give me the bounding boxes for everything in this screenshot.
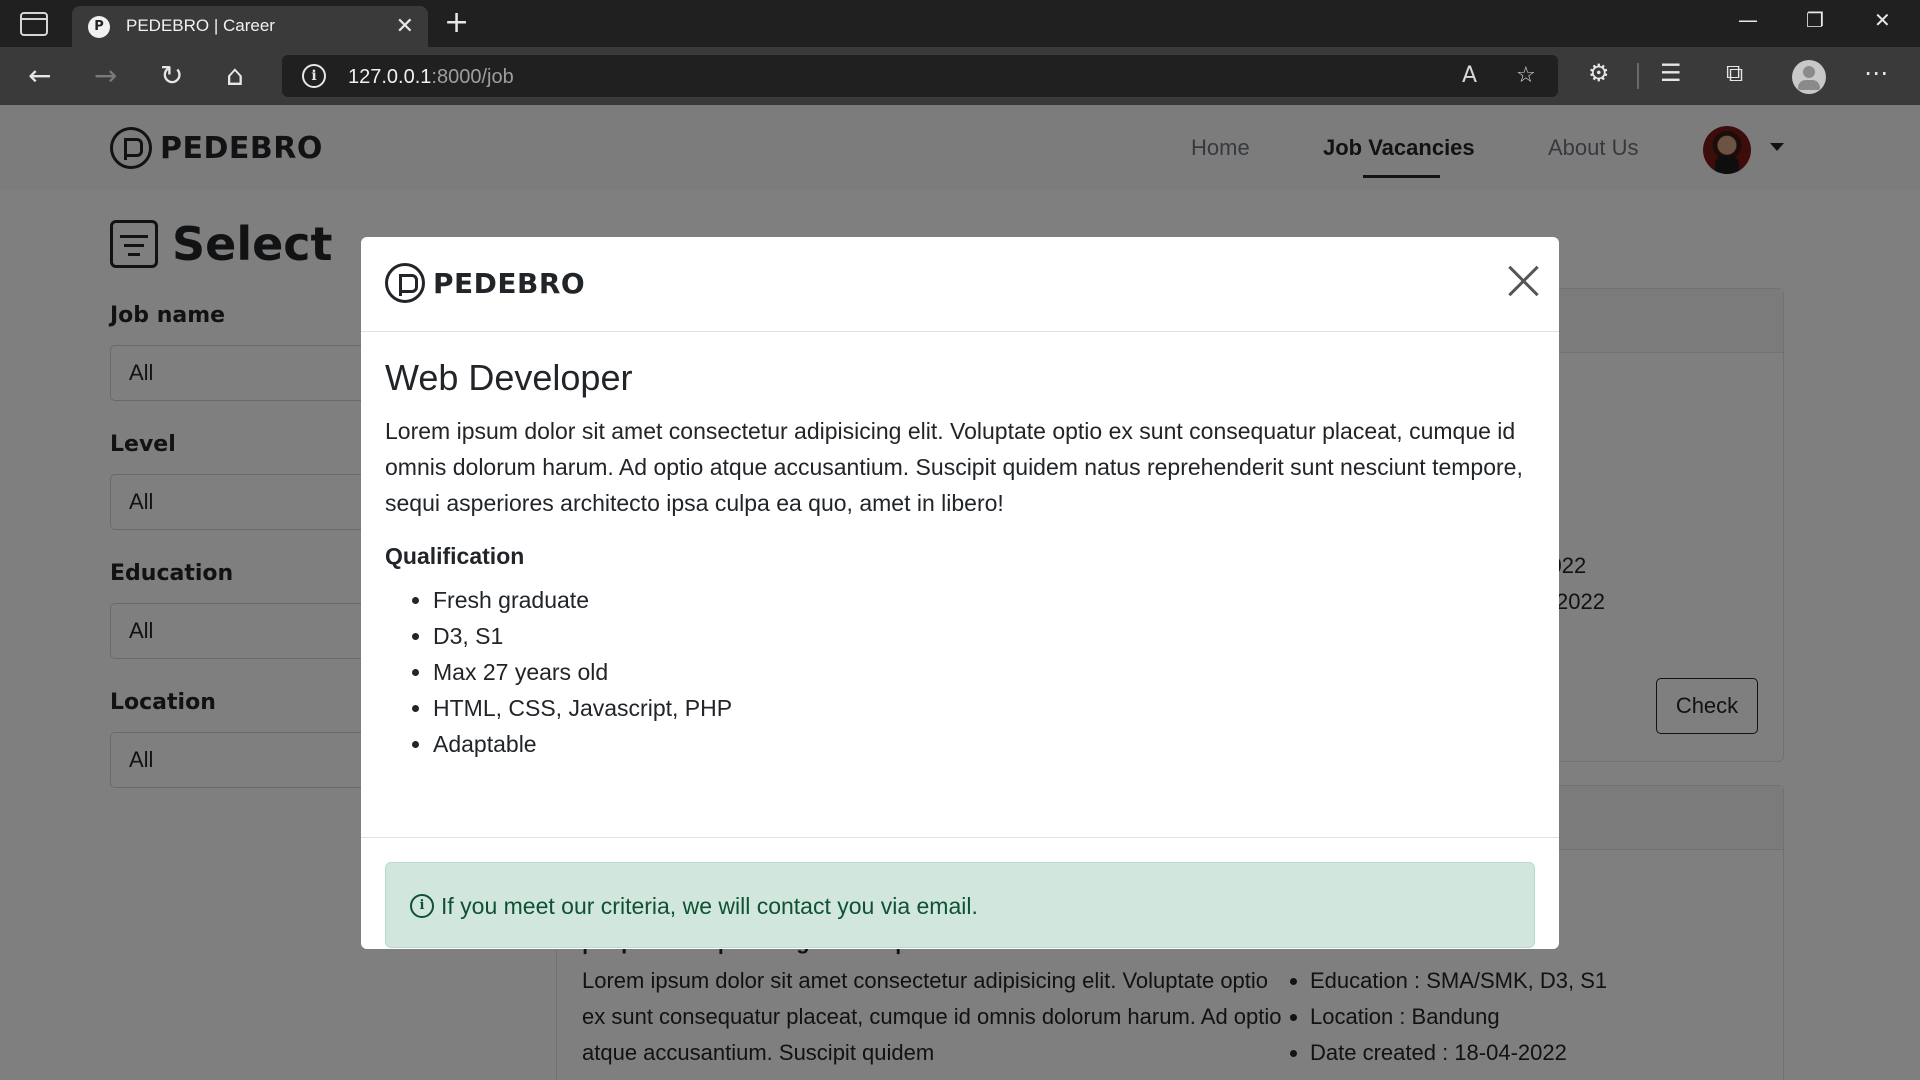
page-content: PEDEBRO Home Job Vacancies About Us Sele… xyxy=(0,105,1920,1080)
info-icon: i xyxy=(410,894,434,918)
forward-icon[interactable]: → xyxy=(94,59,117,92)
close-window-icon[interactable]: ✕ xyxy=(1874,8,1891,32)
site-info-icon[interactable]: i xyxy=(302,64,326,88)
modal-brand-name: PEDEBRO xyxy=(433,266,586,300)
add-favorite-icon[interactable]: ☆ xyxy=(1516,63,1536,88)
favorites-icon[interactable]: ☰ xyxy=(1660,59,1682,87)
refresh-icon[interactable]: ↻ xyxy=(160,59,183,92)
tab-title: PEDEBRO | Career xyxy=(126,16,275,35)
modal-footer: i If you meet our criteria, we will cont… xyxy=(361,837,1559,949)
read-aloud-icon[interactable]: A xyxy=(1462,63,1477,88)
list-item: Max 27 years old xyxy=(433,654,732,690)
favicon-icon: P xyxy=(88,16,110,38)
extensions-icon[interactable]: ⚙ xyxy=(1588,59,1610,87)
list-item: Fresh graduate xyxy=(433,582,732,618)
modal-header: PEDEBRO xyxy=(361,237,1559,332)
tab-actions-icon[interactable] xyxy=(20,12,48,36)
more-icon[interactable]: ⋯ xyxy=(1864,59,1888,87)
job-description: Lorem ipsum dolor sit amet consectetur a… xyxy=(385,418,1523,516)
job-title: Web Developer xyxy=(385,357,633,398)
restore-icon[interactable]: ❐ xyxy=(1806,8,1824,32)
alert-message: If you meet our criteria, we will contac… xyxy=(441,893,978,919)
close-tab-icon[interactable]: ✕ xyxy=(396,14,414,39)
address-url[interactable]: 127.0.0.1:8000/job xyxy=(348,66,514,89)
list-item: D3, S1 xyxy=(433,618,732,654)
home-icon[interactable]: ⌂ xyxy=(226,59,244,92)
browser-tab[interactable]: P PEDEBRO | Career ✕ xyxy=(72,6,428,47)
qualification-heading: Qualification xyxy=(385,543,525,569)
close-icon[interactable] xyxy=(1507,265,1539,297)
job-detail-modal: PEDEBRO Web Developer Lorem ipsum dolor … xyxy=(361,237,1559,949)
new-tab-icon[interactable]: + xyxy=(444,5,469,40)
browser-tab-bar: P PEDEBRO | Career ✕ + — ❐ ✕ xyxy=(0,0,1920,47)
contact-alert: i If you meet our criteria, we will cont… xyxy=(385,862,1535,948)
list-item: Adaptable xyxy=(433,726,732,762)
browser-toolbar: ← → ↻ ⌂ i 127.0.0.1:8000/job A ☆ ⚙ ☰ ⧉ ⋯ xyxy=(0,47,1920,105)
qualification-list: Fresh graduate D3, S1 Max 27 years old H… xyxy=(433,582,732,762)
modal-brand: PEDEBRO xyxy=(385,263,585,303)
toolbar-divider xyxy=(1637,63,1639,89)
back-icon[interactable]: ← xyxy=(28,59,51,92)
address-bar[interactable]: i 127.0.0.1:8000/job A ☆ xyxy=(282,55,1558,97)
minimize-icon[interactable]: — xyxy=(1738,8,1758,32)
logo-icon xyxy=(385,263,425,303)
collections-icon[interactable]: ⧉ xyxy=(1726,59,1743,87)
profile-icon[interactable] xyxy=(1792,60,1826,94)
list-item: HTML, CSS, Javascript, PHP xyxy=(433,690,732,726)
